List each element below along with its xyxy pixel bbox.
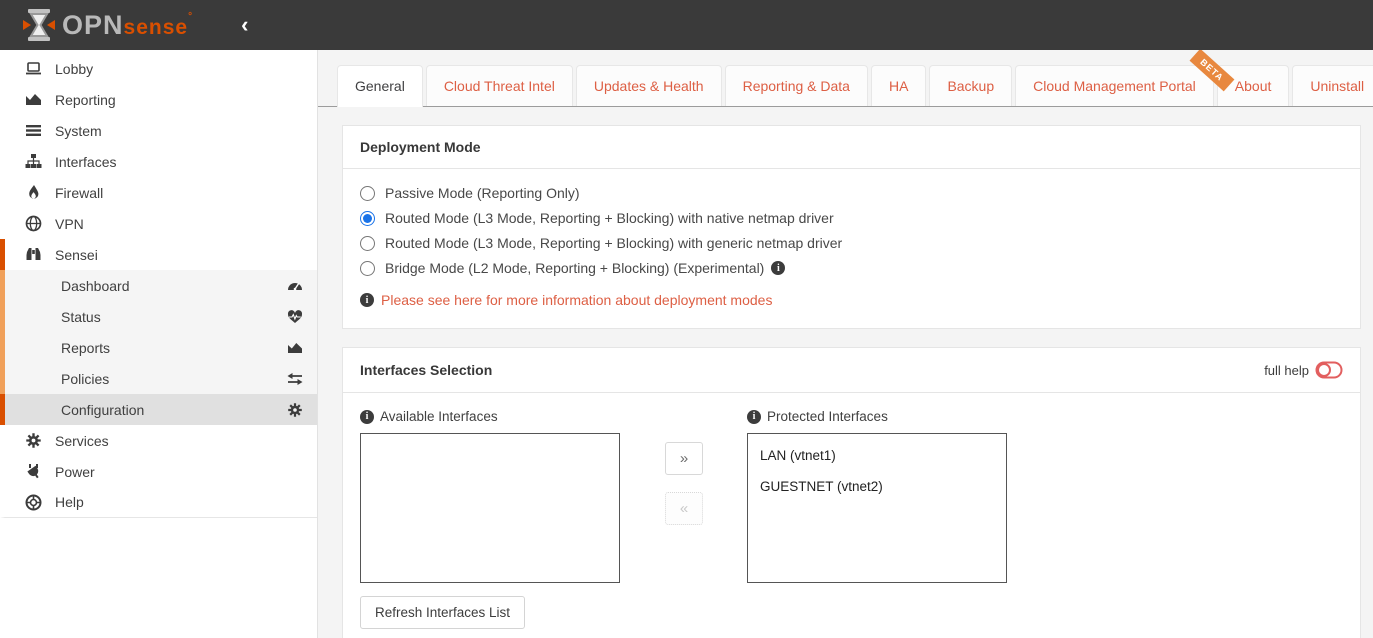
tab-reporting-data[interactable]: Reporting & Data — [725, 65, 868, 106]
sidebar-item-services[interactable]: Services — [0, 425, 317, 456]
info-icon: i — [360, 410, 374, 424]
sidebar-item-lobby[interactable]: Lobby — [0, 53, 317, 84]
tab-updates-health[interactable]: Updates & Health — [576, 65, 722, 106]
tab-cloud-management-portal[interactable]: Cloud Management Portal BETA — [1015, 65, 1214, 106]
tab-bar: General Cloud Threat Intel Updates & Hea… — [318, 65, 1373, 107]
radio-label: Passive Mode (Reporting Only) — [385, 185, 580, 201]
sidebar-collapse-chevron-icon[interactable]: ‹ — [241, 12, 248, 38]
sidebar-item-label: Power — [55, 464, 95, 480]
tab-label: Cloud Management Portal — [1033, 78, 1196, 94]
heartbeat-icon — [287, 309, 303, 325]
sidebar-item-label: Firewall — [55, 185, 103, 201]
tab-backup[interactable]: Backup — [929, 65, 1012, 106]
gauge-icon — [287, 278, 303, 294]
transfer-buttons: » « — [665, 442, 703, 525]
radio-routed-generic[interactable]: Routed Mode (L3 Mode, Reporting + Blocki… — [360, 235, 1343, 251]
radio-routed-native[interactable]: Routed Mode (L3 Mode, Reporting + Blocki… — [360, 210, 1343, 226]
gear-icon — [25, 432, 42, 449]
info-icon: i — [747, 410, 761, 424]
gear-icon — [287, 402, 303, 418]
life-ring-icon — [25, 494, 42, 511]
sidebar-item-vpn[interactable]: VPN — [0, 208, 317, 239]
sidebar-item-label: Help — [55, 494, 84, 510]
protected-interface-item[interactable]: LAN (vtnet1) — [748, 440, 1006, 471]
radio-passive-mode[interactable]: Passive Mode (Reporting Only) — [360, 185, 1343, 201]
sidebar-item-label: Interfaces — [55, 154, 116, 170]
fire-icon — [25, 184, 42, 201]
radio-label: Routed Mode (L3 Mode, Reporting + Blocki… — [385, 235, 842, 251]
top-bar: OPNsense° ‹ — [0, 0, 1373, 50]
radio-input-routed-generic[interactable] — [360, 236, 375, 251]
sidebar-subitem-label: Reports — [61, 340, 110, 356]
sidebar-subitem-label: Policies — [61, 371, 109, 387]
protected-interfaces-column: i Protected Interfaces LAN (vtnet1) GUES… — [747, 409, 1007, 583]
available-interfaces-listbox[interactable] — [360, 433, 620, 583]
deployment-mode-title: Deployment Mode — [360, 139, 481, 155]
sidebar-item-label: Reporting — [55, 92, 116, 108]
sidebar-item-label: Services — [55, 433, 109, 449]
radio-input-passive[interactable] — [360, 186, 375, 201]
available-interfaces-label: Available Interfaces — [380, 409, 498, 424]
sidebar-item-system[interactable]: System — [0, 115, 317, 146]
radio-label: Routed Mode (L3 Mode, Reporting + Blocki… — [385, 210, 834, 226]
toggle-off-icon[interactable] — [1315, 361, 1343, 379]
area-chart-icon — [25, 91, 42, 108]
radio-bridge-mode[interactable]: Bridge Mode (L2 Mode, Reporting + Blocki… — [360, 260, 1343, 276]
sidebar-subitem-configuration[interactable]: Configuration — [0, 394, 317, 425]
protected-interfaces-listbox[interactable]: LAN (vtnet1) GUESTNET (vtnet2) — [747, 433, 1007, 583]
sidebar-item-label: System — [55, 123, 102, 139]
sidebar-item-label: Lobby — [55, 61, 93, 77]
sidebar-item-interfaces[interactable]: Interfaces — [0, 146, 317, 177]
move-right-button[interactable]: » — [665, 442, 703, 475]
move-left-button[interactable]: « — [665, 492, 703, 525]
sidebar-item-firewall[interactable]: Firewall — [0, 177, 317, 208]
sidebar-subitem-label: Configuration — [61, 402, 144, 418]
tab-ha[interactable]: HA — [871, 65, 926, 106]
sitemap-icon — [25, 153, 42, 170]
area-chart-icon — [287, 340, 303, 356]
radio-input-bridge[interactable] — [360, 261, 375, 276]
tab-cloud-threat-intel[interactable]: Cloud Threat Intel — [426, 65, 573, 106]
main-content: General Cloud Threat Intel Updates & Hea… — [318, 50, 1373, 638]
radio-input-routed-native[interactable] — [360, 211, 375, 226]
tab-uninstall[interactable]: Uninstall — [1292, 65, 1373, 106]
info-icon[interactable]: i — [771, 261, 785, 275]
brand-text: OPNsense° — [62, 12, 193, 39]
refresh-interfaces-button[interactable]: Refresh Interfaces List — [360, 596, 525, 629]
sidebar-subitem-dashboard[interactable]: Dashboard — [0, 270, 317, 301]
sidebar-subitem-label: Dashboard — [61, 278, 130, 294]
sidebar-item-label: Sensei — [55, 247, 98, 263]
sidebar-subitem-reports[interactable]: Reports — [0, 332, 317, 363]
sidebar-subitem-label: Status — [61, 309, 101, 325]
full-help-toggle[interactable]: full help — [1264, 361, 1343, 379]
plug-icon — [25, 463, 42, 480]
deployment-modes-info-link[interactable]: Please see here for more information abo… — [381, 292, 772, 308]
sidebar-subitem-status[interactable]: Status — [0, 301, 317, 332]
deployment-mode-panel: Deployment Mode Passive Mode (Reporting … — [342, 125, 1361, 329]
binoculars-icon — [25, 246, 42, 263]
opnsense-logo[interactable]: OPNsense° — [22, 7, 193, 43]
interfaces-selection-panel: Interfaces Selection full help i Availab… — [342, 347, 1361, 638]
hourglass-logo-icon — [22, 7, 56, 43]
radio-label: Bridge Mode (L2 Mode, Reporting + Blocki… — [385, 260, 764, 276]
sidebar-subitem-policies[interactable]: Policies — [0, 363, 317, 394]
exchange-arrows-icon — [287, 371, 303, 387]
globe-icon — [25, 215, 42, 232]
tab-general[interactable]: General — [337, 65, 423, 107]
list-icon — [25, 122, 42, 139]
protected-interface-item[interactable]: GUESTNET (vtnet2) — [748, 471, 1006, 502]
sidebar-item-help[interactable]: Help — [0, 487, 317, 518]
full-help-label: full help — [1264, 363, 1309, 378]
sidebar-item-reporting[interactable]: Reporting — [0, 84, 317, 115]
info-icon: i — [360, 293, 374, 307]
sidebar-item-power[interactable]: Power — [0, 456, 317, 487]
protected-interfaces-label: Protected Interfaces — [767, 409, 888, 424]
sidebar-item-sensei[interactable]: Sensei — [0, 239, 317, 270]
sidebar-item-label: VPN — [55, 216, 84, 232]
interfaces-selection-title: Interfaces Selection — [360, 362, 492, 378]
available-interfaces-column: i Available Interfaces Refresh Interface… — [360, 409, 620, 629]
laptop-icon — [25, 60, 42, 77]
sidebar: Lobby Reporting System Interfaces Firewa… — [0, 50, 318, 638]
